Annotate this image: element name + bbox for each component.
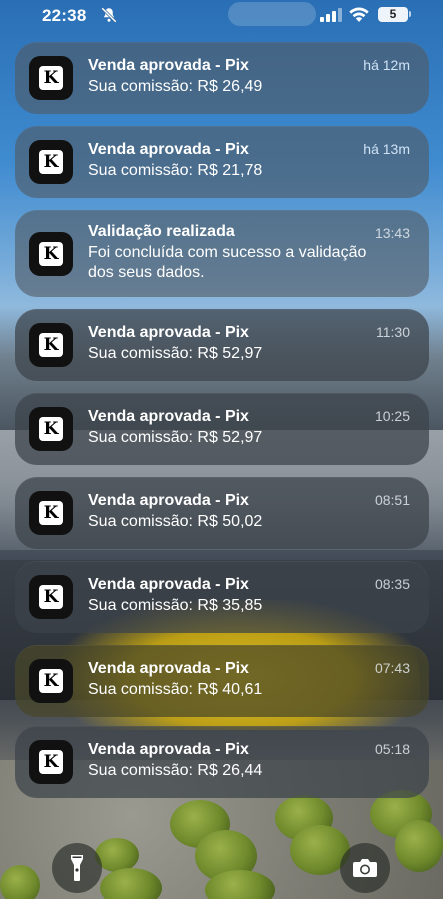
notification-body: Sua comissão: R$ 52,97 bbox=[88, 345, 263, 362]
notification-card[interactable]: K Venda aprovada - Pix Sua comissão: R$ … bbox=[15, 477, 429, 549]
app-icon: K bbox=[29, 232, 73, 276]
notification-time: há 13m bbox=[363, 141, 410, 157]
app-icon: K bbox=[29, 323, 73, 367]
k-logo-icon: K bbox=[39, 66, 63, 90]
notification-title: Venda aprovada - Pix bbox=[88, 408, 249, 425]
focus-indicator-pill bbox=[228, 2, 316, 26]
notification-body: Sua comissão: R$ 50,02 bbox=[88, 513, 263, 530]
camera-button[interactable] bbox=[340, 843, 390, 893]
notification-time: há 12m bbox=[363, 57, 410, 73]
notification-card[interactable]: K Venda aprovada - Pix Sua comissão: R$ … bbox=[15, 309, 429, 381]
notification-card[interactable]: K Venda aprovada - Pix Sua comissão: R$ … bbox=[15, 726, 429, 798]
battery-tip bbox=[409, 11, 411, 17]
notification-title: Venda aprovada - Pix bbox=[88, 492, 249, 509]
notification-card[interactable]: K Validação realizada Foi concluída com … bbox=[15, 210, 429, 297]
notification-body: Sua comissão: R$ 35,85 bbox=[88, 597, 263, 614]
notification-title: Venda aprovada - Pix bbox=[88, 741, 249, 758]
k-logo-icon: K bbox=[39, 585, 63, 609]
notification-title: Venda aprovada - Pix bbox=[88, 141, 249, 158]
notification-time: 10:25 bbox=[374, 408, 410, 424]
notification-body: Foi concluída com sucesso a validação bbox=[88, 244, 367, 261]
app-icon: K bbox=[29, 575, 73, 619]
notification-body-line2: dos seus dados. bbox=[88, 264, 205, 281]
notification-time: 13:43 bbox=[374, 225, 410, 241]
wallpaper-cactus bbox=[395, 820, 443, 872]
app-icon: K bbox=[29, 407, 73, 451]
notification-time: 05:18 bbox=[374, 741, 410, 757]
notification-time: 08:35 bbox=[374, 576, 410, 592]
camera-icon bbox=[353, 859, 377, 877]
notification-body: Sua comissão: R$ 40,61 bbox=[88, 681, 263, 698]
wallpaper-cactus bbox=[0, 865, 40, 899]
battery-level: 5 bbox=[378, 7, 408, 22]
status-bar: 22:38 5 bbox=[0, 0, 443, 30]
notification-card[interactable]: K Venda aprovada - Pix Sua comissão: R$ … bbox=[15, 645, 429, 717]
app-icon: K bbox=[29, 140, 73, 184]
app-icon: K bbox=[29, 659, 73, 703]
notification-body: Sua comissão: R$ 21,78 bbox=[88, 162, 263, 179]
flashlight-icon bbox=[71, 855, 83, 881]
notification-title: Venda aprovada - Pix bbox=[88, 660, 249, 677]
notification-body: Sua comissão: R$ 26,49 bbox=[88, 78, 263, 95]
notification-time: 11:30 bbox=[376, 324, 410, 340]
k-logo-icon: K bbox=[39, 150, 63, 174]
flashlight-button[interactable] bbox=[52, 843, 102, 893]
app-icon: K bbox=[29, 56, 73, 100]
notification-card[interactable]: K Venda aprovada - Pix Sua comissão: R$ … bbox=[15, 561, 429, 633]
wifi-icon bbox=[349, 7, 369, 22]
notification-body: Sua comissão: R$ 26,44 bbox=[88, 762, 263, 779]
k-logo-icon: K bbox=[39, 333, 63, 357]
notification-title: Venda aprovada - Pix bbox=[88, 324, 249, 341]
notification-time: 08:51 bbox=[374, 492, 410, 508]
notification-card[interactable]: K Venda aprovada - Pix Sua comissão: R$ … bbox=[15, 393, 429, 465]
notification-title: Validação realizada bbox=[88, 223, 235, 240]
app-icon: K bbox=[29, 740, 73, 784]
cellular-signal-icon bbox=[320, 8, 342, 22]
notification-body: Sua comissão: R$ 52,97 bbox=[88, 429, 263, 446]
notification-title: Venda aprovada - Pix bbox=[88, 576, 249, 593]
notification-card[interactable]: K Venda aprovada - Pix Sua comissão: R$ … bbox=[15, 42, 429, 114]
notification-time: 07:43 bbox=[374, 660, 410, 676]
k-logo-icon: K bbox=[39, 750, 63, 774]
notification-card[interactable]: K Venda aprovada - Pix Sua comissão: R$ … bbox=[15, 126, 429, 198]
k-logo-icon: K bbox=[39, 501, 63, 525]
app-icon: K bbox=[29, 491, 73, 535]
k-logo-icon: K bbox=[39, 417, 63, 441]
k-logo-icon: K bbox=[39, 242, 63, 266]
status-time: 22:38 bbox=[42, 6, 87, 25]
k-logo-icon: K bbox=[39, 669, 63, 693]
notification-title: Venda aprovada - Pix bbox=[88, 57, 249, 74]
bell-slash-icon bbox=[101, 7, 117, 23]
